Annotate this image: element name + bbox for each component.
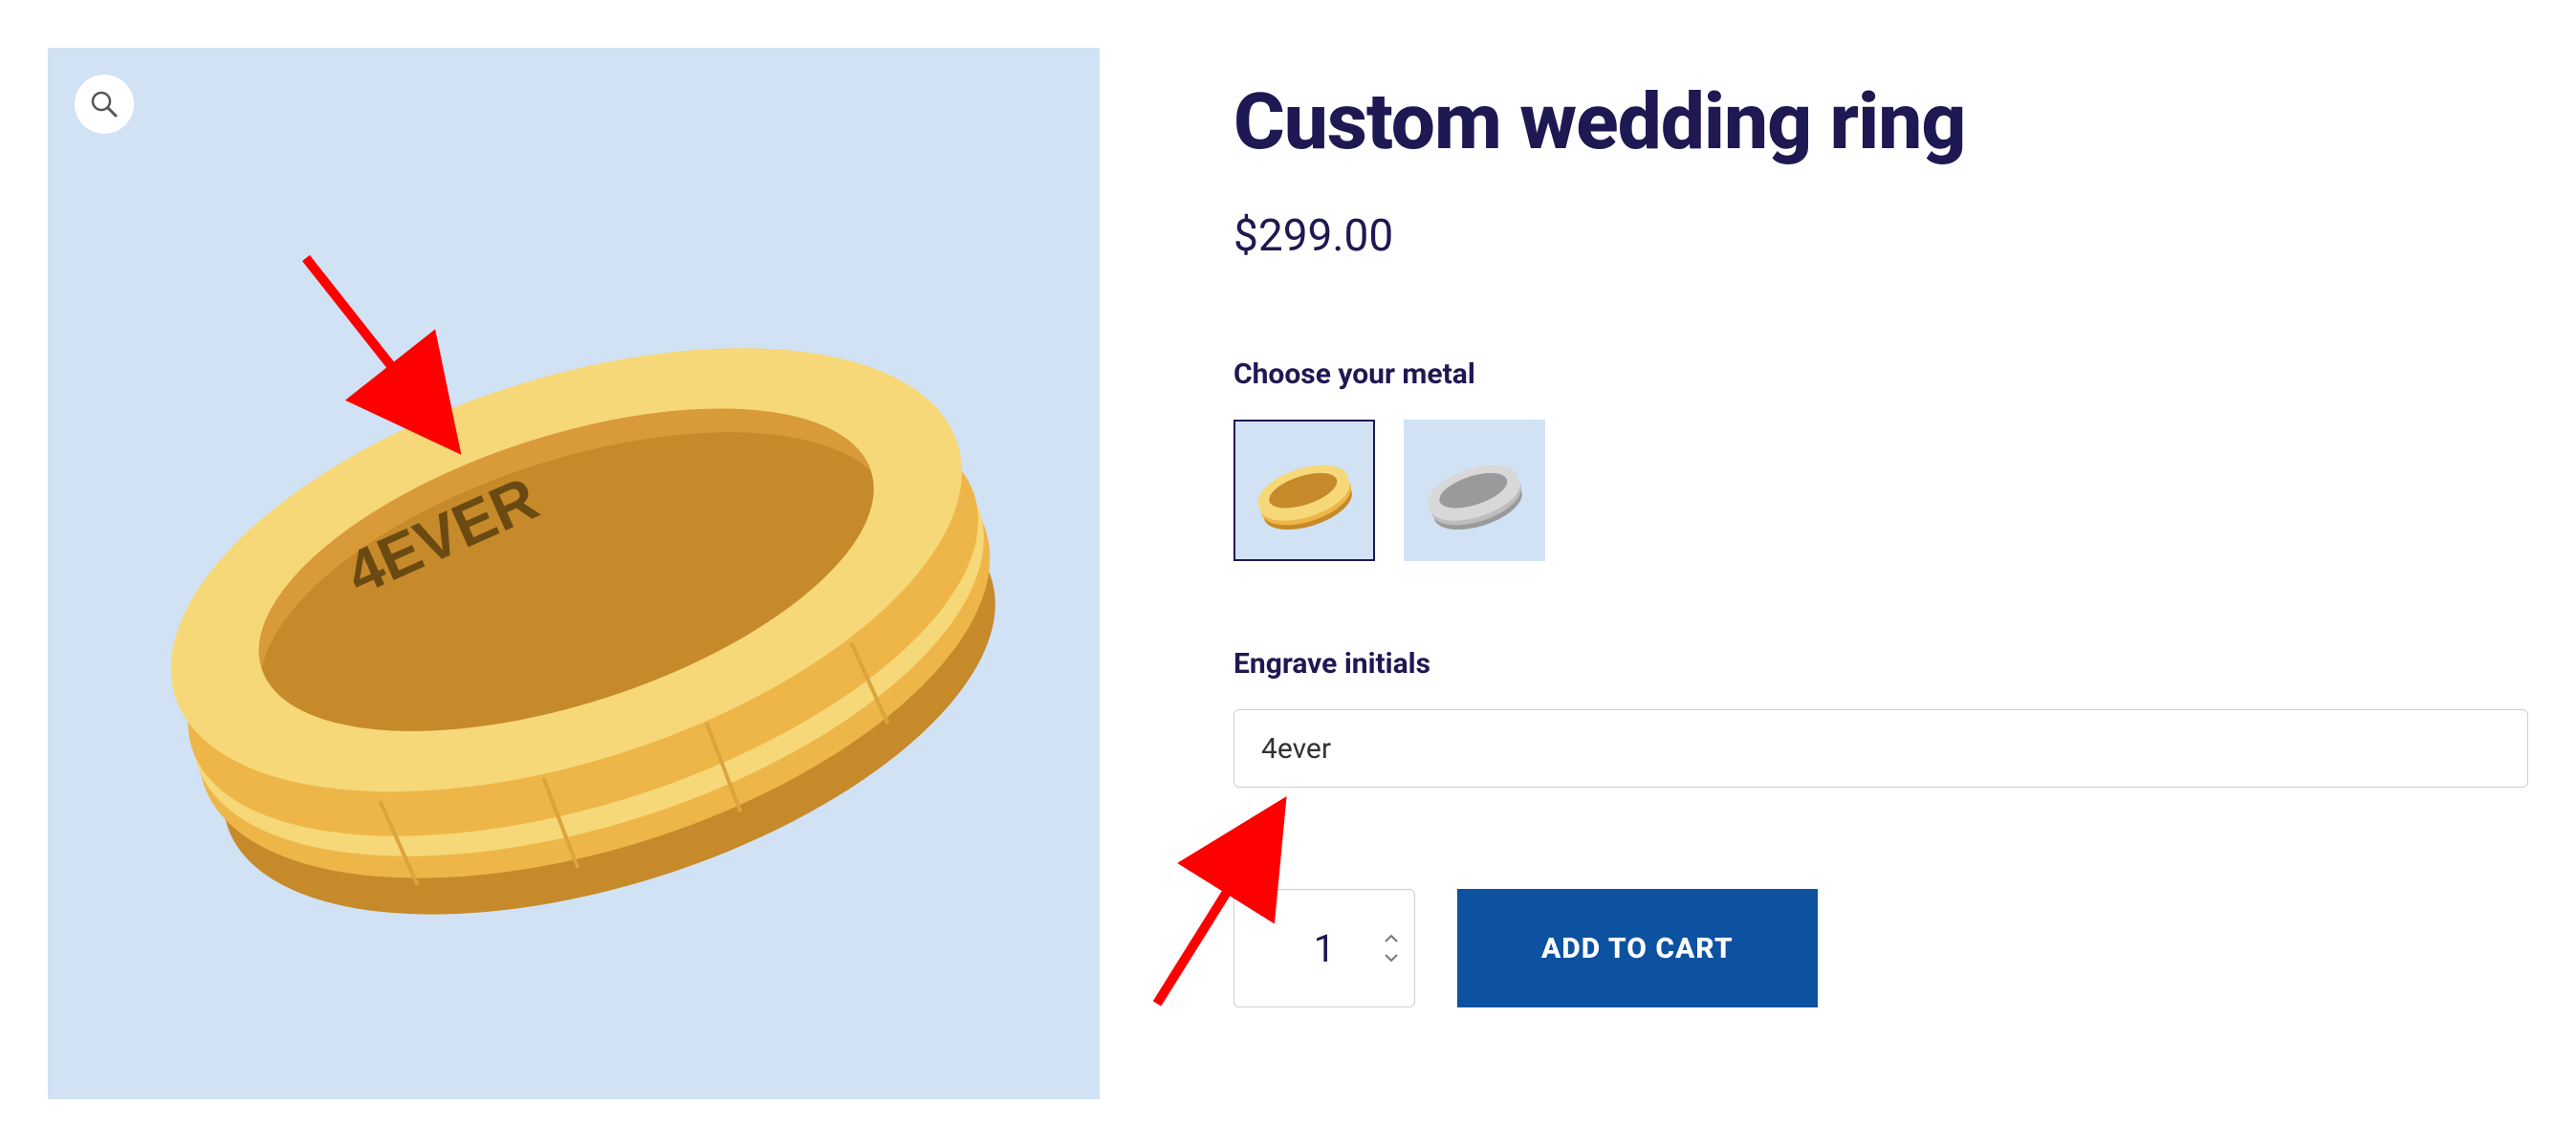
cart-row: ADD TO CART bbox=[1233, 889, 2528, 1007]
engrave-input[interactable] bbox=[1233, 709, 2528, 788]
product-details: Custom wedding ring $299.00 Choose your … bbox=[1233, 48, 2528, 1099]
engrave-option-label: Engrave initials bbox=[1233, 647, 2528, 681]
magnifier-icon bbox=[90, 90, 119, 119]
quantity-stepper[interactable] bbox=[1233, 889, 1415, 1007]
chevron-up-icon bbox=[1384, 934, 1399, 943]
product-image-panel: 4EVER bbox=[48, 48, 1100, 1099]
swatch-gold[interactable] bbox=[1233, 420, 1375, 561]
quantity-down[interactable] bbox=[1382, 951, 1401, 964]
metal-option-label: Choose your metal bbox=[1233, 357, 2528, 391]
chevron-down-icon bbox=[1384, 953, 1399, 963]
quantity-up[interactable] bbox=[1382, 932, 1401, 945]
ring-icon-gold bbox=[1248, 443, 1361, 538]
ring-icon-silver bbox=[1418, 443, 1531, 538]
add-to-cart-button[interactable]: ADD TO CART bbox=[1457, 889, 1818, 1007]
product-page: 4EVER Custom wedding ring $299.00 Choose… bbox=[0, 0, 2576, 1147]
metal-swatches bbox=[1233, 420, 2528, 561]
product-price: $299.00 bbox=[1233, 210, 2528, 262]
zoom-button[interactable] bbox=[75, 75, 134, 134]
quantity-spinner bbox=[1382, 932, 1401, 964]
product-title: Custom wedding ring bbox=[1233, 76, 2528, 168]
ring-illustration-gold: 4EVER bbox=[105, 143, 1042, 1004]
swatch-silver[interactable] bbox=[1404, 420, 1545, 561]
